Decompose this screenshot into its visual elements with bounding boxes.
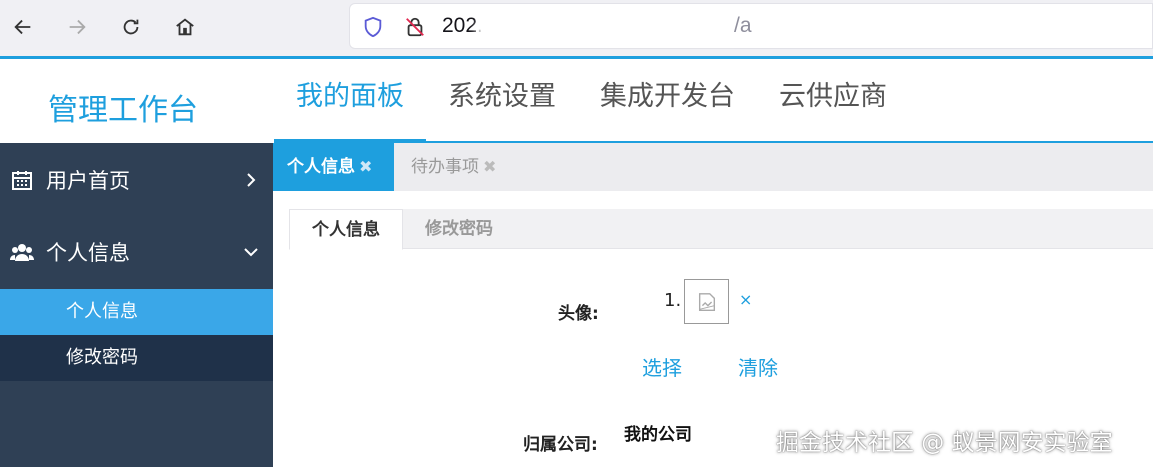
sidebar-item-profile[interactable]: 个人信息: [0, 217, 273, 287]
shield-icon[interactable]: [362, 16, 384, 38]
avatar-remove-button[interactable]: ×: [739, 290, 752, 309]
tab-close-icon[interactable]: ✖: [483, 157, 496, 176]
company-value: 我的公司: [624, 425, 692, 445]
tab-bar: 个人信息 ✖ 待办事项 ✖: [273, 143, 1153, 191]
home-icon: [176, 18, 194, 36]
url-bar[interactable]: 202. /a: [349, 3, 1153, 49]
chevron-down-icon: [244, 248, 258, 257]
tab-profile[interactable]: 个人信息 ✖: [273, 143, 394, 191]
select-button[interactable]: 选择: [642, 352, 682, 381]
top-nav-cloud-vendors[interactable]: 云供应商: [757, 59, 909, 143]
back-arrow-icon: [14, 19, 31, 35]
top-nav: 我的面板 系统设置 集成开发台 云供应商: [274, 59, 909, 143]
url-text: 202.: [442, 14, 483, 37]
forward-button[interactable]: [60, 10, 94, 44]
sub-tab-bar: 个人信息 修改密码: [289, 209, 1153, 250]
tab-label: 待办事项: [411, 157, 479, 177]
watermark: 掘金技术社区 @ 蚁景网安实验室: [776, 430, 1113, 456]
tab-todo[interactable]: 待办事项 ✖: [397, 143, 510, 191]
back-button[interactable]: [6, 10, 40, 44]
broken-image-icon: [698, 292, 715, 311]
browser-toolbar: 202. /a: [0, 0, 1153, 56]
sidebar-item-label: 个人信息: [46, 241, 130, 265]
avatar-label: 头像:: [558, 304, 599, 324]
url-text-tail: /a: [734, 14, 752, 37]
sidebar-item-home[interactable]: 用户首页: [0, 145, 273, 215]
chevron-right-icon: [247, 173, 256, 187]
avatar-index: 1.: [664, 290, 682, 311]
subtab-profile[interactable]: 个人信息: [289, 209, 403, 250]
url-redaction: [482, 24, 742, 36]
reload-icon: [123, 19, 139, 35]
top-nav-integration[interactable]: 集成开发台: [578, 59, 757, 143]
tab-close-icon[interactable]: ✖: [359, 157, 372, 176]
subtab-change-password[interactable]: 修改密码: [403, 209, 515, 249]
clear-button[interactable]: 清除: [738, 352, 778, 381]
top-nav-dashboard[interactable]: 我的面板: [274, 59, 426, 143]
sidebar-subitem-profile[interactable]: 个人信息: [0, 289, 273, 335]
reload-button[interactable]: [114, 10, 148, 44]
company-label: 归属公司:: [523, 435, 598, 455]
top-nav-system-settings[interactable]: 系统设置: [426, 59, 578, 143]
app-logo[interactable]: 管理工作台: [48, 85, 198, 129]
sidebar-subitem-change-password[interactable]: 修改密码: [0, 335, 273, 381]
users-icon: [10, 244, 34, 261]
sidebar-item-label: 用户首页: [46, 169, 130, 193]
tab-label: 个人信息: [287, 157, 355, 177]
insecure-lock-icon[interactable]: [404, 16, 426, 38]
app-header: 管理工作台 我的面板 系统设置 集成开发台 云供应商: [0, 59, 1153, 143]
avatar-thumbnail[interactable]: [684, 279, 729, 324]
sidebar: 用户首页 个人信息 个人信息 修改密码: [0, 143, 273, 467]
home-button[interactable]: [168, 10, 202, 44]
page: 202. /a 管理工作台 我的面板 系统设置 集成开发台 云供应商 用户首页 …: [0, 0, 1153, 467]
forward-arrow-icon: [69, 19, 86, 35]
calendar-icon: [12, 171, 32, 190]
